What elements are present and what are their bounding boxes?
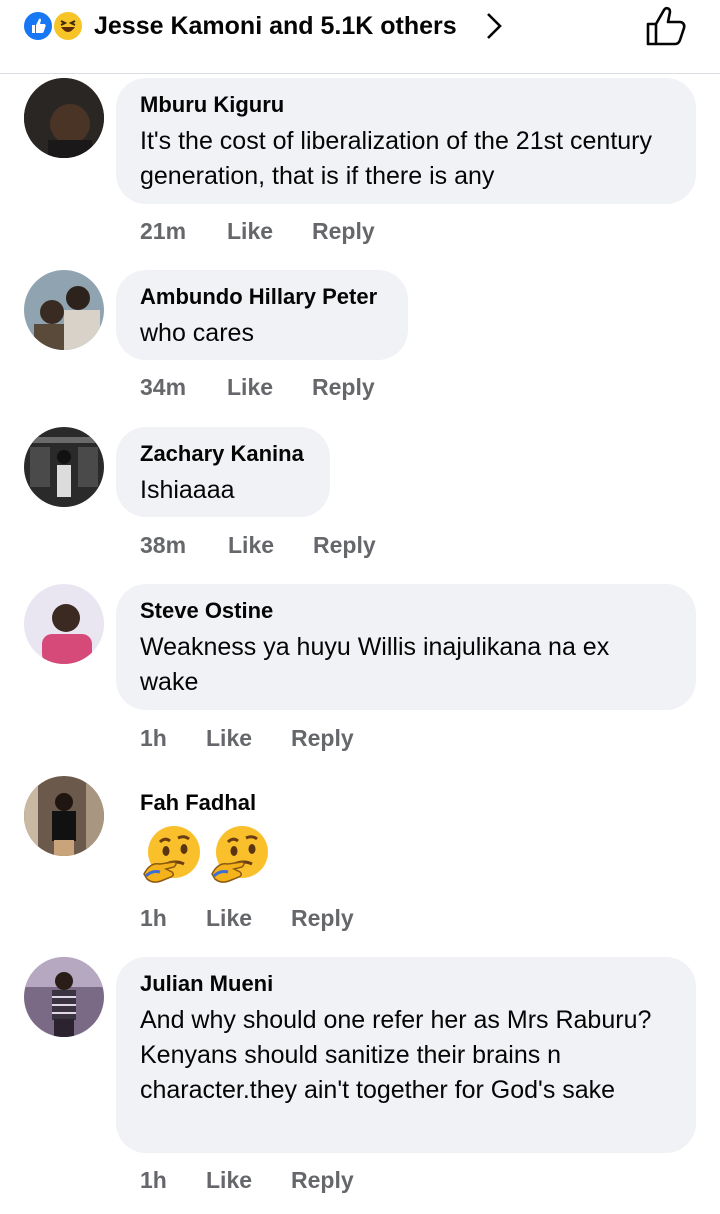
reply-button[interactable]: Reply — [291, 905, 354, 932]
like-button[interactable]: Like — [206, 725, 252, 752]
comment-text: Ishiaaaa — [140, 476, 235, 504]
comment-time[interactable]: 1h — [140, 905, 167, 932]
reaction-icons — [22, 10, 88, 42]
comment-bubble[interactable]: Steve Ostine Weakness ya huyu Willis ina… — [116, 584, 696, 710]
like-button[interactable]: Like — [206, 905, 252, 932]
comment-author[interactable]: Fah Fadhal — [140, 790, 292, 816]
comment-time[interactable]: 34m — [140, 374, 186, 401]
reply-button[interactable]: Reply — [291, 1167, 354, 1194]
reply-button[interactable]: Reply — [312, 374, 375, 401]
comment-text: And why should one refer her as Mrs Rabu… — [140, 1006, 652, 1104]
like-button[interactable]: Like — [227, 374, 273, 401]
comment-bubble[interactable]: Fah Fadhal — [116, 776, 316, 896]
avatar[interactable] — [24, 776, 104, 856]
haha-reaction-icon — [52, 10, 84, 42]
avatar[interactable] — [24, 270, 104, 350]
avatar[interactable] — [24, 584, 104, 664]
emoji-row — [140, 824, 292, 886]
like-outline-icon[interactable] — [644, 4, 690, 48]
reactions-summary[interactable]: Jesse Kamoni and 5.1K others — [94, 12, 457, 41]
reply-button[interactable]: Reply — [312, 218, 375, 245]
like-button[interactable]: Like — [206, 1167, 252, 1194]
thinking-face-emoji — [143, 826, 200, 883]
comment-time[interactable]: 1h — [140, 1167, 167, 1194]
like-button[interactable]: Like — [227, 218, 273, 245]
comment-bubble[interactable]: Ambundo Hillary Peter who cares — [116, 270, 408, 360]
comment-bubble[interactable]: Zachary Kanina Ishiaaaa — [116, 427, 330, 517]
comment-author[interactable]: Mburu Kiguru — [140, 92, 672, 118]
reply-button[interactable]: Reply — [291, 725, 354, 752]
comment-time[interactable]: 1h — [140, 725, 167, 752]
comment-text: It's the cost of liberalization of the 2… — [140, 127, 652, 190]
comment-time[interactable]: 38m — [140, 532, 186, 559]
comment-bubble[interactable]: Julian Mueni And why should one refer he… — [116, 957, 696, 1153]
avatar[interactable] — [24, 957, 104, 1037]
comment-author[interactable]: Steve Ostine — [140, 598, 672, 624]
comment-time[interactable]: 21m — [140, 218, 186, 245]
thinking-face-emoji — [211, 826, 268, 883]
like-button[interactable]: Like — [228, 532, 274, 559]
comment-author[interactable]: Ambundo Hillary Peter — [140, 284, 384, 310]
comment-text: Weakness ya huyu Willis inajulikana na e… — [140, 633, 610, 696]
comment-text: who cares — [140, 319, 254, 347]
comment-author[interactable]: Zachary Kanina — [140, 441, 306, 467]
avatar[interactable] — [24, 427, 104, 507]
like-reaction-icon — [22, 10, 54, 42]
avatar[interactable] — [24, 78, 104, 158]
comment-author[interactable]: Julian Mueni — [140, 971, 672, 997]
chevron-right-icon[interactable] — [480, 10, 508, 42]
reply-button[interactable]: Reply — [313, 532, 376, 559]
comment-bubble[interactable]: Mburu Kiguru It's the cost of liberaliza… — [116, 78, 696, 204]
reactions-bar[interactable]: Jesse Kamoni and 5.1K others — [0, 0, 720, 74]
